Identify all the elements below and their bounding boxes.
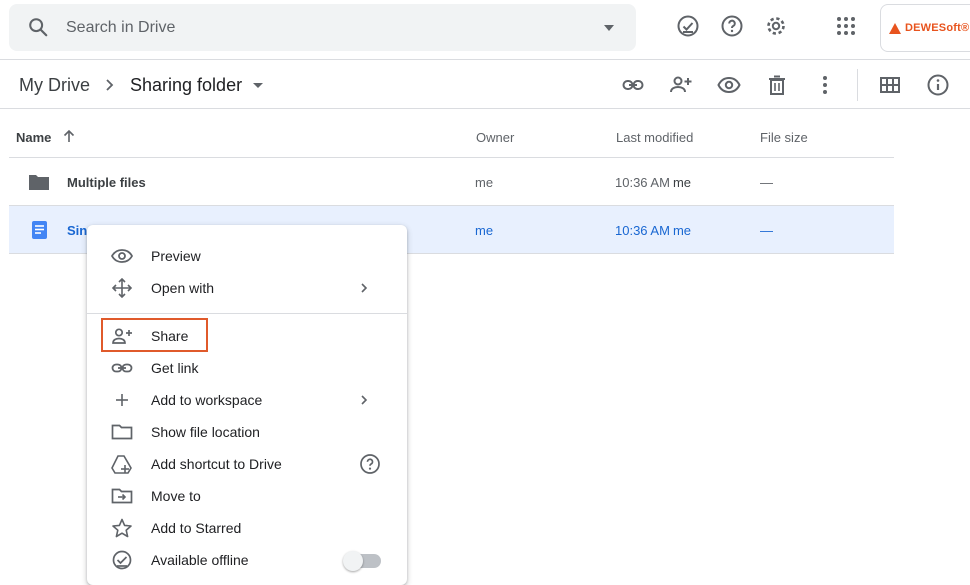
menu-item-move-to[interactable]: Move to xyxy=(87,480,407,512)
menu-item-label: Add to Starred xyxy=(151,520,242,536)
preview-eye-icon[interactable] xyxy=(717,73,741,97)
file-name: Multiple files xyxy=(67,175,146,190)
breadcrumb-current-folder[interactable]: Sharing folder xyxy=(130,75,242,96)
menu-item-share[interactable]: Share xyxy=(87,320,407,352)
search-bar[interactable]: Search in Drive xyxy=(9,4,636,51)
offline-ready-icon[interactable] xyxy=(676,14,700,38)
menu-item-label: Share xyxy=(151,328,189,344)
file-modified-by: me xyxy=(672,223,691,238)
chevron-right-icon xyxy=(106,79,114,91)
toolbar-divider xyxy=(857,69,858,101)
star-icon xyxy=(112,518,132,538)
search-options-icon[interactable] xyxy=(604,25,614,31)
search-icon[interactable] xyxy=(27,16,49,38)
folder-icon xyxy=(29,175,49,190)
top-bar: Search in Drive DEWESoft® xyxy=(0,0,970,60)
search-input[interactable]: Search in Drive xyxy=(66,19,175,37)
more-vert-icon[interactable] xyxy=(813,73,837,97)
menu-item-label: Preview xyxy=(151,248,201,264)
menu-item-label: Show file location xyxy=(151,424,260,440)
file-size: — xyxy=(760,175,773,190)
move-arrows-icon xyxy=(111,278,133,298)
context-menu: Preview Open with Share Get link Add to … xyxy=(87,225,407,585)
offline-toggle[interactable] xyxy=(343,551,381,571)
folder-outline-icon xyxy=(111,424,133,440)
breadcrumb-my-drive[interactable]: My Drive xyxy=(19,75,90,96)
file-modified: 10:36 AM me xyxy=(615,175,691,190)
trash-icon[interactable] xyxy=(765,73,789,97)
column-header-file-size[interactable]: File size xyxy=(760,130,808,145)
settings-icon[interactable] xyxy=(764,14,788,38)
menu-item-add-shortcut[interactable]: Add shortcut to Drive xyxy=(87,448,407,480)
file-modified-time: 10:36 AM xyxy=(615,223,670,238)
column-header-last-modified[interactable]: Last modified xyxy=(616,130,693,145)
add-person-icon xyxy=(112,328,132,344)
folder-menu-caret-icon[interactable] xyxy=(253,83,263,88)
file-modified-by: me xyxy=(672,175,691,190)
file-owner: me xyxy=(475,175,494,190)
info-icon[interactable] xyxy=(926,73,950,97)
menu-item-label: Open with xyxy=(151,280,215,296)
help-icon[interactable] xyxy=(720,14,744,38)
file-modified-time: 10:36 AM xyxy=(615,175,670,190)
column-header-name[interactable]: Name xyxy=(16,130,51,145)
menu-divider xyxy=(87,313,407,314)
column-header-owner[interactable]: Owner xyxy=(476,130,514,145)
brand-logo-icon xyxy=(889,23,901,34)
help-icon[interactable] xyxy=(359,453,381,475)
file-name: Sin xyxy=(67,223,88,238)
grid-view-icon[interactable] xyxy=(878,73,902,97)
sort-ascending-icon[interactable] xyxy=(62,129,76,143)
menu-item-get-link[interactable]: Get link xyxy=(87,352,407,384)
file-owner: me xyxy=(475,223,494,238)
link-icon[interactable] xyxy=(621,73,645,97)
account-brand-button[interactable]: DEWESoft® xyxy=(880,4,970,52)
menu-item-label: Add shortcut to Drive xyxy=(151,456,282,472)
menu-item-label: Get link xyxy=(151,360,199,376)
file-modified: 10:36 AM me xyxy=(615,223,691,238)
menu-item-label: Add to workspace xyxy=(151,392,263,408)
brand-name: DEWESoft® xyxy=(905,22,970,34)
chevron-right-icon xyxy=(361,283,368,293)
plus-icon xyxy=(116,394,128,406)
menu-item-add-to-workspace[interactable]: Add to workspace xyxy=(87,384,407,416)
apps-grid-icon[interactable] xyxy=(837,17,857,37)
toggle-knob xyxy=(343,551,363,571)
drive-shortcut-icon xyxy=(111,455,132,474)
link-icon xyxy=(111,363,133,373)
table-row[interactable]: Multiple files me 10:36 AM me — xyxy=(9,158,894,206)
menu-item-available-offline[interactable]: Available offline xyxy=(87,544,407,576)
doc-icon xyxy=(32,221,47,239)
menu-item-show-file-location[interactable]: Show file location xyxy=(87,416,407,448)
menu-item-open-with[interactable]: Open with xyxy=(87,272,407,304)
menu-item-add-to-starred[interactable]: Add to Starred xyxy=(87,512,407,544)
menu-item-label: Move to xyxy=(151,488,201,504)
offline-check-icon xyxy=(112,550,132,570)
file-list-header: Name Owner Last modified File size xyxy=(9,110,894,158)
breadcrumb: My Drive Sharing folder xyxy=(0,60,970,109)
eye-icon xyxy=(111,249,133,263)
file-size: — xyxy=(760,223,773,238)
menu-item-label: Available offline xyxy=(151,552,249,568)
menu-item-preview[interactable]: Preview xyxy=(87,240,407,272)
add-person-icon[interactable] xyxy=(669,73,693,97)
move-to-folder-icon xyxy=(111,488,133,504)
chevron-right-icon xyxy=(361,395,368,405)
